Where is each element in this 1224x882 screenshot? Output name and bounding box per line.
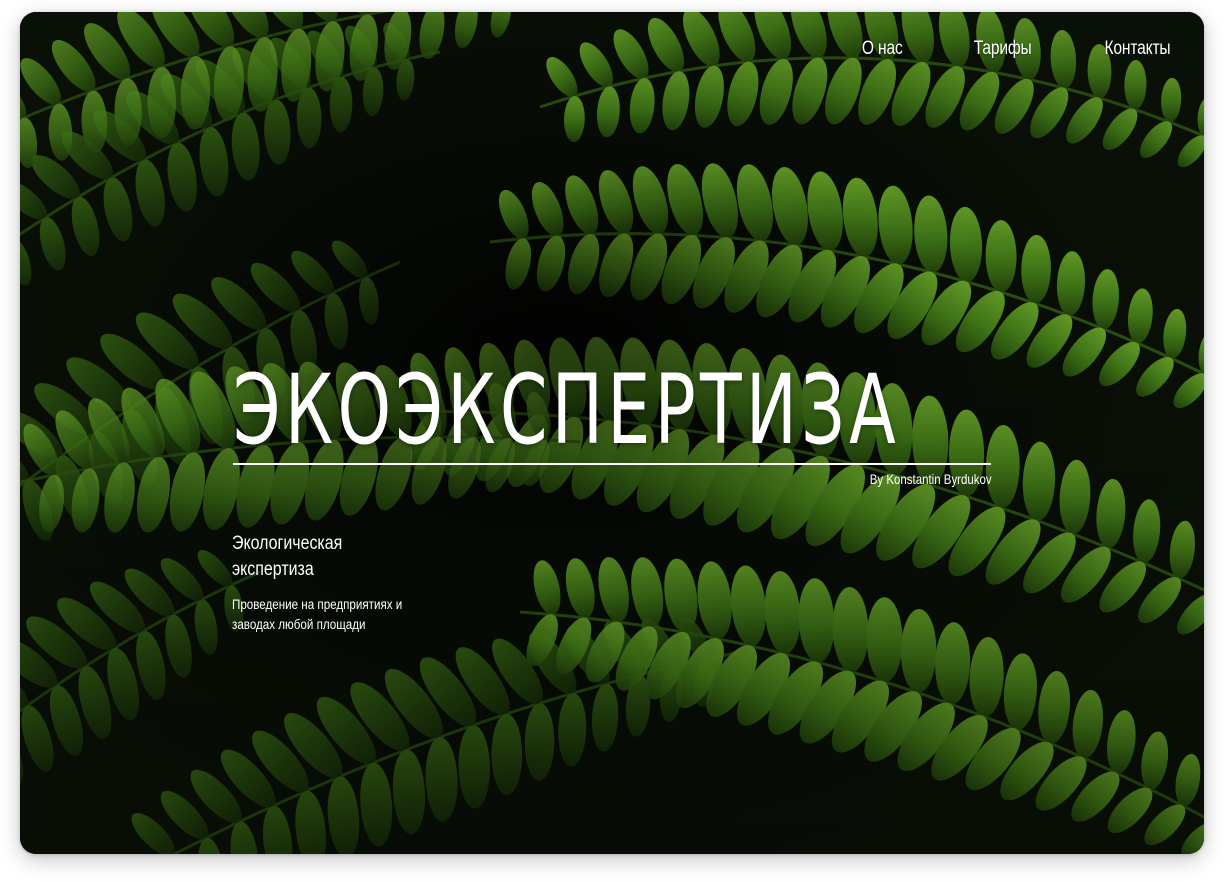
nav-link-contacts[interactable]: Контакты xyxy=(1104,38,1170,60)
title-underline xyxy=(233,463,991,465)
landing-page: О нас Тарифы Контакты ЭКОЭКСПЕРТИЗА By K… xyxy=(20,12,1204,854)
nav-link-pricing[interactable]: Тарифы xyxy=(974,38,1032,60)
hero-subtitle: Экологическая экспертиза xyxy=(232,533,343,580)
nav-link-about[interactable]: О нас xyxy=(862,38,903,60)
author-byline: By Konstantin Byrdukov xyxy=(870,471,992,487)
hero-description: Проведение на предприятиях и заводах люб… xyxy=(232,597,403,632)
hero-title: ЭКОЭКСПЕРТИЗА xyxy=(233,354,900,466)
top-navigation: О нас Тарифы Контакты xyxy=(853,38,1170,60)
